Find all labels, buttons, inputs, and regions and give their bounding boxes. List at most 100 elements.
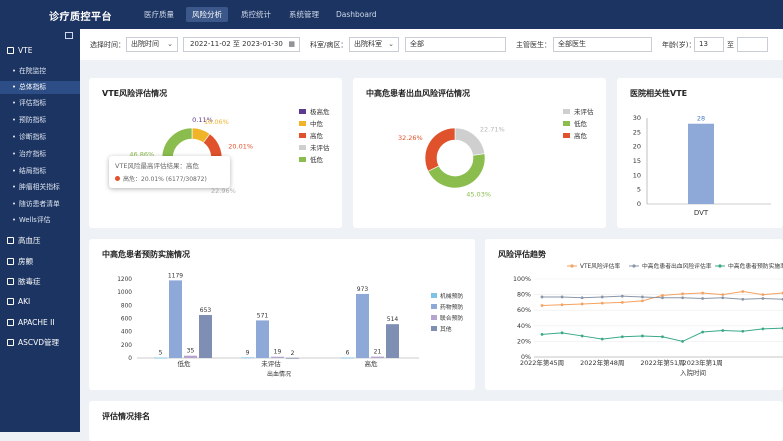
slice-label-2: 32.26% <box>398 134 423 142</box>
nav-quality-stats[interactable]: 质控统计 <box>235 7 277 22</box>
sidebar-group-af[interactable]: 房颤 <box>0 255 80 269</box>
prevention-card: 中高危患者预防实施情况 0200400600800100012005117935… <box>89 239 475 390</box>
series-point <box>581 303 584 306</box>
nav-system-management[interactable]: 系统管理 <box>283 7 325 22</box>
bar-value-label: 653 <box>200 307 212 314</box>
legend-label: 联合预防 <box>440 314 463 322</box>
series-point <box>641 299 644 302</box>
sidebar-group-aki[interactable]: AKI <box>0 295 80 309</box>
bar-2-0 <box>341 358 354 359</box>
y-tick-4: 20 <box>633 143 641 151</box>
y-tick-3: 600 <box>121 317 132 323</box>
collapse-sidebar-icon[interactable] <box>65 32 73 39</box>
sidebar-group-ascvd[interactable]: ASCVD管理 <box>0 336 80 350</box>
bar-value-label: 2 <box>291 350 295 357</box>
series-point <box>641 296 644 299</box>
vte-risk-card: VTE风险评估情况 0.11%10.06%20.01%22.96%46.86% … <box>89 78 342 228</box>
legend-marker <box>632 264 635 267</box>
prevention-bar-chart: 0200400600800100012005117935653低危9571192… <box>89 239 475 390</box>
app-title: 诊疗质控平台 <box>49 8 112 23</box>
hospital-vte-card: 医院相关性VTE 05101520253028DVT <box>617 78 783 228</box>
x-tick-label: 低危 <box>178 359 192 368</box>
bar-2-3 <box>386 324 399 358</box>
series-point <box>541 333 544 336</box>
sidebar-item-outcome-indicators[interactable]: 结局指标 <box>0 165 80 178</box>
sidebar-item-inpatient-monitor[interactable]: 在院监控 <box>0 65 80 78</box>
hospital-vte-bar-chart: 05101520253028DVT <box>617 78 783 228</box>
bar-value-label: 35 <box>187 348 195 355</box>
legend-marker <box>570 264 573 267</box>
sidebar-item-prevention-indicators[interactable]: 预防指标 <box>0 114 80 127</box>
legend-label: VTE风险评估率 <box>580 262 620 270</box>
y-tick-3: 60% <box>517 307 531 314</box>
series-point <box>681 292 684 295</box>
bar-DVT <box>688 124 714 204</box>
time-type-select[interactable]: 出院时间⌄ <box>126 37 178 52</box>
age-separator: 至 <box>727 40 734 50</box>
bar-value-label: 5 <box>159 350 163 357</box>
age-min-input[interactable]: 13 <box>694 37 724 52</box>
bar-value-label: 514 <box>387 316 399 323</box>
series-point <box>541 296 544 299</box>
y-tick-2: 40% <box>517 323 531 330</box>
filter-bar: 选择时间： 出院时间⌄ 2022-11-02 至 2023-01-30▦ 科室/… <box>80 29 783 60</box>
doctor-select[interactable]: 全部医生 <box>553 37 652 52</box>
bar-1-0 <box>241 357 254 358</box>
bar-2-2 <box>371 357 384 358</box>
legend-unassessed: 未评估 <box>299 144 330 153</box>
sidebar-group-hypertension[interactable]: 高血压 <box>0 234 80 248</box>
legend-unassessed: 未评估 <box>563 108 594 117</box>
bar-value-label: 6 <box>346 350 350 357</box>
sidebar-item-assessment-indicators[interactable]: 评估指标 <box>0 97 80 110</box>
series-point <box>601 338 604 341</box>
bar-value-label: 19 <box>274 349 282 356</box>
age-label: 年龄(岁)： <box>662 40 695 50</box>
sidebar-item-wells[interactable]: Wells评估 <box>0 214 80 227</box>
legend-low: 低危 <box>299 156 323 165</box>
series-point <box>762 293 765 296</box>
y-tick-3: 15 <box>633 157 641 165</box>
sidebar-item-overall-indicators[interactable]: 总体指标 <box>0 81 80 94</box>
trend-card: 风险评估趋势 0%20%40%60%80%100%2022年第45周2022年第… <box>485 239 783 390</box>
hypertension-icon <box>7 237 14 244</box>
y-tick-6: 30 <box>633 114 641 122</box>
series-point <box>541 304 544 307</box>
series-point <box>561 331 564 334</box>
nav-medical-quality[interactable]: 医疗质量 <box>138 7 180 22</box>
y-tick-1: 20% <box>517 338 531 345</box>
legend-label: 中高危患者出血风险评估率 <box>642 262 712 270</box>
y-tick-1: 200 <box>121 343 132 349</box>
series-point <box>721 329 724 332</box>
bar-0-0 <box>154 358 167 359</box>
date-range-picker[interactable]: 2022-11-02 至 2023-01-30▦ <box>183 37 300 52</box>
x-tick-label: 2023年第1周 <box>683 358 723 367</box>
sidebar-item-tumor-indicators[interactable]: 肿瘤相关指标 <box>0 181 80 194</box>
y-tick-5: 1000 <box>117 290 132 296</box>
nav-risk-analysis[interactable]: 风险分析 <box>186 7 228 22</box>
x-tick-label: 高危 <box>365 359 379 368</box>
top-bar: 诊疗质控平台 医疗质量 风险分析 质控统计 系统管理 Dashboard <box>0 0 783 29</box>
sidebar-item-diagnosis-indicators[interactable]: 诊断指标 <box>0 131 80 144</box>
dept-type-select[interactable]: 出院科室⌄ <box>349 37 399 52</box>
series-point <box>741 298 744 301</box>
sidebar-group-vte[interactable]: VTE <box>0 44 80 58</box>
age-max-input[interactable] <box>737 37 768 52</box>
series-point <box>601 296 604 299</box>
series-point <box>681 340 684 343</box>
series-point <box>701 331 704 334</box>
nav-dashboard[interactable]: Dashboard <box>330 7 383 22</box>
sidebar-group-apache[interactable]: APACHE II <box>0 316 80 330</box>
bar-value-label: 571 <box>257 312 269 319</box>
legend-label: 药物预防 <box>440 303 463 311</box>
sidebar-group-sepsis[interactable]: 脓毒症 <box>0 275 80 289</box>
bar-1-2 <box>271 357 284 358</box>
vte-group-icon <box>7 47 14 54</box>
series-point <box>641 335 644 338</box>
bleeding-risk-card: 中高危患者出血风险评估情况 22.71%45.03%32.26% 未评估 低危 … <box>353 78 606 228</box>
sidebar-item-followup-list[interactable]: 随访患者清单 <box>0 198 80 211</box>
x-tick-label: 2022年第51周 <box>640 358 684 367</box>
trend-line-chart: 0%20%40%60%80%100%2022年第45周2022年第48周2022… <box>485 239 783 390</box>
apache-icon <box>7 319 14 326</box>
dept-select[interactable]: 全部 <box>405 37 506 52</box>
sidebar-item-treatment-indicators[interactable]: 治疗指标 <box>0 148 80 161</box>
